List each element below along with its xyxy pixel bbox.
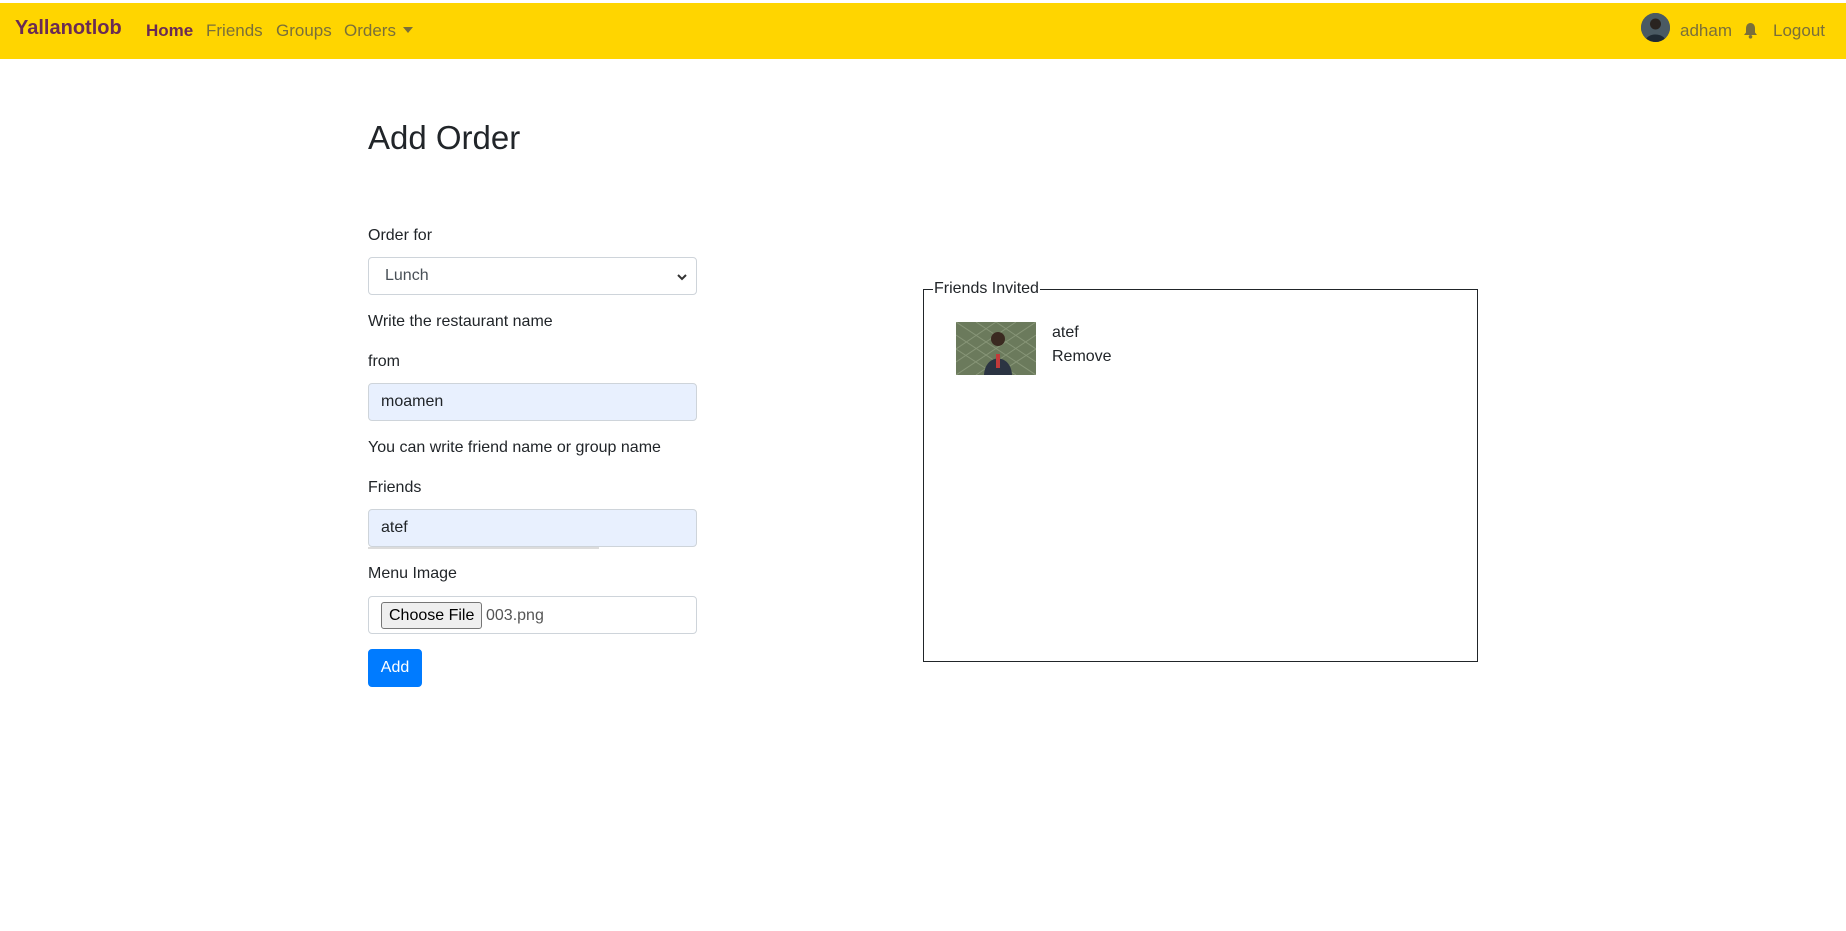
friends-input[interactable]	[368, 509, 697, 547]
user-avatar-image	[1641, 13, 1670, 42]
user-name-link[interactable]: adham	[1680, 21, 1732, 41]
bell-icon[interactable]	[1743, 22, 1758, 39]
friend-avatar	[956, 322, 1036, 375]
page-title: Add Order	[368, 119, 521, 156]
menu-image-label: Menu Image	[368, 565, 457, 582]
order-for-label: Order for	[368, 227, 433, 244]
add-order-button[interactable]: Add	[368, 649, 422, 687]
from-input[interactable]	[368, 383, 697, 421]
brand-logo[interactable]: Yallanotlob	[15, 17, 122, 40]
nav-home[interactable]: Home	[146, 21, 193, 41]
nav-orders-label: Orders	[344, 21, 396, 40]
order-for-selected-value: Lunch	[385, 267, 429, 284]
friends-label: Friends	[368, 479, 422, 496]
remove-friend-button[interactable]: Remove	[1052, 348, 1112, 366]
choose-file-button[interactable]: Choose File	[381, 602, 483, 629]
friends-hint: You can write friend name or group name	[368, 439, 661, 456]
order-for-select[interactable]: Lunch	[368, 257, 697, 295]
top-navbar: Yallanotlob Home Friends Groups Orders a…	[0, 0, 1846, 59]
chevron-down-icon	[402, 27, 413, 33]
logout-link[interactable]: Logout	[1773, 21, 1825, 41]
friends-invited-legend: Friends Invited	[933, 280, 1040, 298]
nav-groups[interactable]: Groups	[276, 21, 332, 41]
from-label: from	[368, 353, 400, 370]
autocomplete-dropdown	[368, 547, 599, 549]
friend-photo-image	[956, 322, 1036, 375]
nav-friends[interactable]: Friends	[206, 21, 263, 41]
selected-file-name: 003.png	[486, 607, 544, 624]
chevron-down-icon	[677, 274, 687, 281]
user-avatar[interactable]	[1641, 13, 1670, 42]
menu-image-file-input[interactable]: Choose File 003.png	[368, 596, 697, 634]
friend-name: atef	[1052, 324, 1079, 341]
restaurant-hint: Write the restaurant name	[368, 313, 553, 330]
nav-orders-dropdown[interactable]: Orders	[344, 21, 413, 41]
